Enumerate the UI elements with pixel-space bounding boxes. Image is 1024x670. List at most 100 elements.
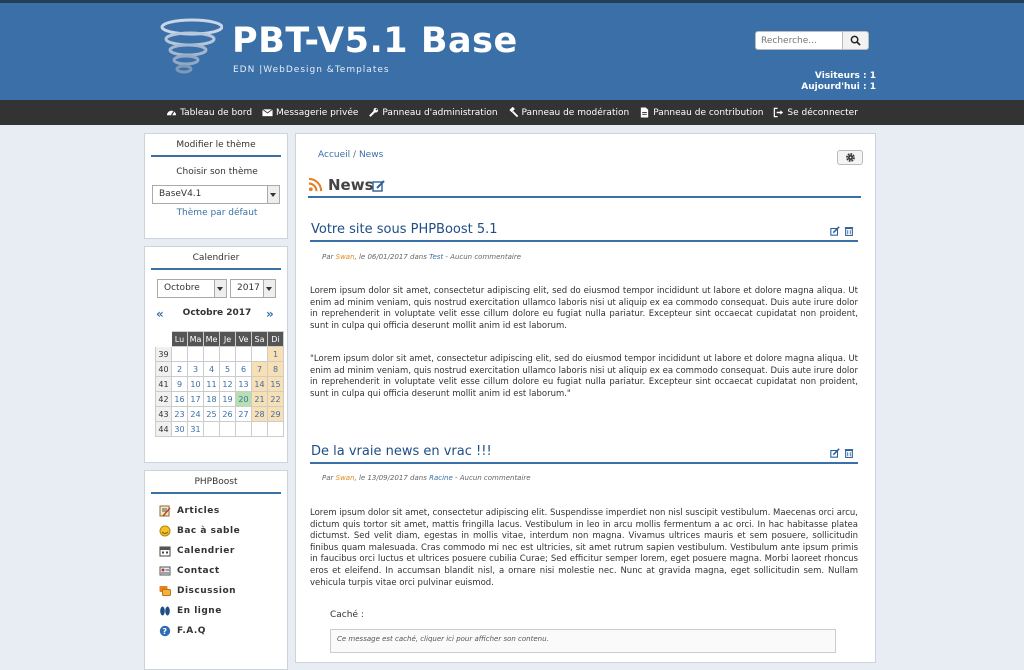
trash-icon[interactable] (844, 226, 854, 236)
article-title-bar: De la vraie news en vrac !!! (310, 444, 858, 464)
site-title[interactable]: PBT-V5.1 Base (232, 21, 518, 61)
calendar-week-row: 39 1 (155, 346, 284, 362)
calendar-day[interactable]: 18 (203, 391, 220, 407)
calendar-day[interactable]: 28 (251, 406, 268, 422)
year-select[interactable]: 2017 (230, 279, 276, 298)
calendar-empty-cell (235, 346, 252, 362)
calendar-day[interactable]: 14 (251, 376, 268, 392)
module-link-articles[interactable]: Articles (159, 505, 220, 517)
calendar-day[interactable]: 26 (219, 406, 236, 422)
calendar-day[interactable]: 27 (235, 406, 252, 422)
calendar-day[interactable]: 6 (235, 361, 252, 377)
meta-date: , le 13/09/2017 dans (354, 474, 430, 482)
year-select-value: 2017 (237, 283, 260, 293)
article-quote: "Lorem ipsum dolor sit amet, consectetur… (310, 354, 858, 399)
calendar-day[interactable]: 24 (187, 406, 204, 422)
calendar-day[interactable]: 12 (219, 376, 236, 392)
article-title-link[interactable]: De la vraie news en vrac !!! (311, 444, 492, 459)
week-number: 39 (155, 346, 172, 362)
calendar-day[interactable]: 31 (187, 421, 204, 437)
module-options-button[interactable] (837, 150, 863, 165)
module-label: Discussion (177, 586, 237, 596)
calendar-day[interactable]: 22 (267, 391, 284, 407)
calendar-empty-cell (219, 421, 236, 437)
default-theme-link[interactable]: Thème par défaut (145, 208, 289, 218)
menu-item-label: Se déconnecter (787, 107, 858, 118)
menu-item-moderation-panel[interactable]: Panneau de modération (508, 107, 629, 118)
search-button[interactable] (842, 31, 869, 50)
calendar-day[interactable]: 25 (203, 406, 220, 422)
day-header: Ve (235, 331, 252, 347)
calendar-day[interactable]: 15 (267, 376, 284, 392)
edit-icon[interactable] (830, 448, 840, 458)
calendar-day[interactable]: 16 (171, 391, 188, 407)
calendar-day[interactable]: 4 (203, 361, 220, 377)
search-input[interactable] (755, 31, 843, 50)
module-link-faq[interactable]: ? F.A.Q (159, 625, 206, 637)
page-heading: News (308, 176, 861, 198)
articles-icon (159, 505, 171, 517)
menu-item-messages[interactable]: Messagerie privée (262, 107, 358, 118)
trash-icon[interactable] (844, 448, 854, 458)
week-number: 44 (155, 421, 172, 437)
category-link[interactable]: Racine (429, 474, 453, 482)
menu-item-logout[interactable]: Se déconnecter (773, 107, 858, 118)
tornado-logo-icon[interactable] (157, 17, 223, 79)
article-paragraph: Lorem ipsum dolor sit amet, consectetur … (310, 508, 858, 588)
calendar-day[interactable]: 29 (267, 406, 284, 422)
theme-select[interactable]: BaseV4.1 (152, 185, 280, 204)
menu-item-label: Messagerie privée (276, 107, 359, 118)
edit-icon[interactable] (372, 179, 386, 193)
theme-select-value: BaseV4.1 (159, 189, 202, 199)
month-select[interactable]: Octobre (157, 279, 227, 298)
edit-icon[interactable] (830, 226, 840, 236)
day-header: Me (203, 331, 220, 347)
module-link-sandbox[interactable]: Bac à sable (159, 525, 240, 537)
breadcrumb: Accueil / News (318, 150, 383, 160)
calendar-day[interactable]: 2 (171, 361, 188, 377)
module-link-discussion[interactable]: Discussion (159, 585, 236, 597)
calendar-day[interactable]: 30 (171, 421, 188, 437)
breadcrumb-home-link[interactable]: Accueil (318, 150, 350, 160)
article-title-link[interactable]: Votre site sous PHPBoost 5.1 (311, 222, 498, 237)
hidden-content-toggle[interactable]: Ce message est caché, cliquer ici pour a… (330, 629, 836, 653)
breadcrumb-current-link[interactable]: News (359, 150, 383, 160)
calendar-week-row: 41 9 10 11 12 13 14 15 (155, 376, 284, 392)
next-month-button[interactable]: » (266, 307, 274, 321)
calendar-day[interactable]: 23 (171, 406, 188, 422)
rss-icon[interactable] (308, 177, 323, 192)
news-content: Accueil / News News Votre site sous PHPB… (295, 133, 876, 663)
calendar-day[interactable]: 19 (219, 391, 236, 407)
calendar-day[interactable]: 5 (219, 361, 236, 377)
calendar-day[interactable]: 11 (203, 376, 220, 392)
calendar-day[interactable]: 21 (251, 391, 268, 407)
calendar-day[interactable]: 9 (171, 376, 188, 392)
menu-item-admin-panel[interactable]: Panneau d'administration (368, 107, 498, 118)
calendar-header-row: Lu Ma Me Je Ve Sa Di (155, 331, 284, 347)
author-link[interactable]: Swan (336, 474, 355, 482)
week-number: 42 (155, 391, 172, 407)
category-link[interactable]: Test (429, 253, 443, 261)
module-link-calendar[interactable]: Calendrier (159, 545, 235, 557)
calendar-day[interactable]: 17 (187, 391, 204, 407)
calendar-day[interactable]: 8 (267, 361, 284, 377)
calendar-day[interactable]: 20 (235, 391, 252, 407)
module-label: Bac à sable (177, 526, 241, 536)
module-link-online[interactable]: En ligne (159, 605, 222, 617)
module-link-contact[interactable]: Contact (159, 565, 220, 577)
menu-item-contribution-panel[interactable]: Panneau de contribution (639, 107, 763, 118)
calendar-empty-cell (203, 346, 220, 362)
panel-title: Calendrier (151, 247, 281, 270)
dashboard-icon (167, 110, 177, 116)
calendar-empty-cell (187, 346, 204, 362)
calendar-day[interactable]: 3 (187, 361, 204, 377)
menu-item-dashboard[interactable]: Tableau de bord (166, 107, 252, 118)
calendar-day[interactable]: 1 (267, 346, 284, 362)
calendar-empty-cell (235, 421, 252, 437)
breadcrumb-separator: / (353, 150, 357, 160)
calendar-day[interactable]: 10 (187, 376, 204, 392)
author-link[interactable]: Swan (336, 253, 355, 261)
calendar-day[interactable]: 7 (251, 361, 268, 377)
theme-panel: Modifier le thème Choisir son thème Base… (144, 133, 288, 239)
calendar-day[interactable]: 13 (235, 376, 252, 392)
